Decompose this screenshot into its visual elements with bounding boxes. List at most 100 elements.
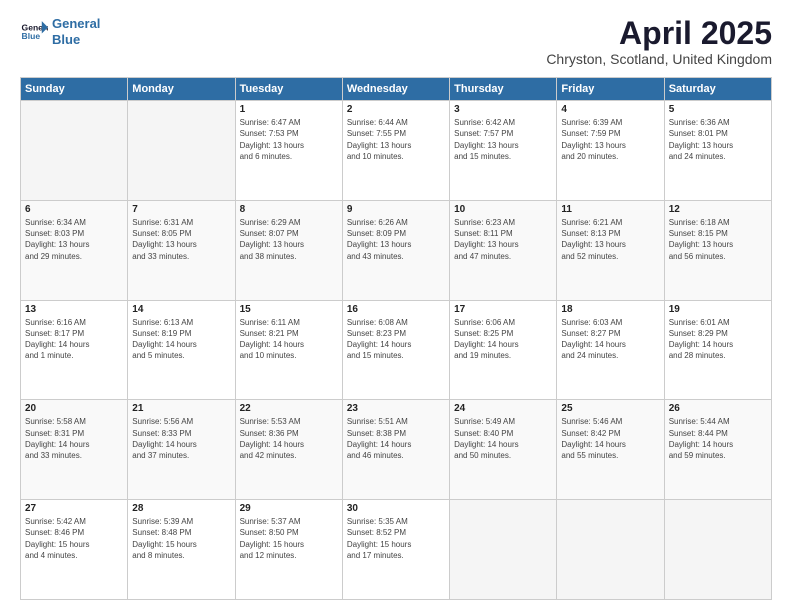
- day-info: Sunrise: 5:58 AM Sunset: 8:31 PM Dayligh…: [25, 416, 123, 461]
- logo: General Blue General Blue: [20, 16, 100, 47]
- day-number: 12: [669, 204, 767, 215]
- day-info: Sunrise: 6:21 AM Sunset: 8:13 PM Dayligh…: [561, 217, 659, 262]
- col-wednesday: Wednesday: [342, 78, 449, 101]
- calendar-week-2: 13Sunrise: 6:16 AM Sunset: 8:17 PM Dayli…: [21, 300, 772, 400]
- day-info: Sunrise: 6:08 AM Sunset: 8:23 PM Dayligh…: [347, 317, 445, 362]
- day-info: Sunrise: 5:49 AM Sunset: 8:40 PM Dayligh…: [454, 416, 552, 461]
- logo-line1: General: [52, 16, 100, 31]
- day-number: 26: [669, 403, 767, 414]
- day-number: 13: [25, 304, 123, 315]
- day-number: 1: [240, 104, 338, 115]
- day-info: Sunrise: 5:44 AM Sunset: 8:44 PM Dayligh…: [669, 416, 767, 461]
- day-info: Sunrise: 5:46 AM Sunset: 8:42 PM Dayligh…: [561, 416, 659, 461]
- calendar-day: 28 Sunrise: 5:39 AM Sunset: 8:48 PM Dayli…: [128, 500, 235, 600]
- day-info: Sunrise: 6:39 AM Sunset: 7:59 PM Dayligh…: [561, 117, 659, 162]
- day-number: 3: [454, 104, 552, 115]
- calendar-day: 11Sunrise: 6:21 AM Sunset: 8:13 PM Dayli…: [557, 200, 664, 300]
- day-number: 24: [454, 403, 552, 414]
- calendar-day: 26 Sunrise: 5:44 AM Sunset: 8:44 PM Dayli…: [664, 400, 771, 500]
- day-number: 20: [25, 403, 123, 414]
- calendar-day: 25 Sunrise: 5:46 AM Sunset: 8:42 PM Dayli…: [557, 400, 664, 500]
- svg-text:Blue: Blue: [22, 31, 41, 41]
- calendar-day: [128, 101, 235, 201]
- calendar-day: 2Sunrise: 6:44 AM Sunset: 7:55 PM Daylig…: [342, 101, 449, 201]
- col-thursday: Thursday: [450, 78, 557, 101]
- day-number: 29: [240, 503, 338, 514]
- day-number: 9: [347, 204, 445, 215]
- day-info: Sunrise: 5:37 AM Sunset: 8:50 PM Dayligh…: [240, 516, 338, 561]
- calendar-day: 22Sunrise: 5:53 AM Sunset: 8:36 PM Dayli…: [235, 400, 342, 500]
- day-number: 19: [669, 304, 767, 315]
- day-info: Sunrise: 5:39 AM Sunset: 8:48 PM Dayligh…: [132, 516, 230, 561]
- day-number: 14: [132, 304, 230, 315]
- day-info: Sunrise: 6:44 AM Sunset: 7:55 PM Dayligh…: [347, 117, 445, 162]
- calendar-day: 27 Sunrise: 5:42 AM Sunset: 8:46 PM Dayli…: [21, 500, 128, 600]
- main-title: April 2025: [546, 16, 772, 51]
- calendar-day: 16 Sunrise: 6:08 AM Sunset: 8:23 PM Dayli…: [342, 300, 449, 400]
- calendar-day: 14Sunrise: 6:13 AM Sunset: 8:19 PM Dayli…: [128, 300, 235, 400]
- calendar-day: 21 Sunrise: 5:56 AM Sunset: 8:33 PM Dayli…: [128, 400, 235, 500]
- day-info: Sunrise: 6:26 AM Sunset: 8:09 PM Dayligh…: [347, 217, 445, 262]
- day-info: Sunrise: 6:18 AM Sunset: 8:15 PM Dayligh…: [669, 217, 767, 262]
- day-info: Sunrise: 6:11 AM Sunset: 8:21 PM Dayligh…: [240, 317, 338, 362]
- calendar-day: 17Sunrise: 6:06 AM Sunset: 8:25 PM Dayli…: [450, 300, 557, 400]
- calendar-header-row: Sunday Monday Tuesday Wednesday Thursday…: [21, 78, 772, 101]
- day-info: Sunrise: 6:47 AM Sunset: 7:53 PM Dayligh…: [240, 117, 338, 162]
- day-number: 21: [132, 403, 230, 414]
- calendar-day: 6 Sunrise: 6:34 AM Sunset: 8:03 PM Daylig…: [21, 200, 128, 300]
- calendar-day: 4 Sunrise: 6:39 AM Sunset: 7:59 PM Daylig…: [557, 101, 664, 201]
- calendar-day: [450, 500, 557, 600]
- col-monday: Monday: [128, 78, 235, 101]
- day-number: 27: [25, 503, 123, 514]
- day-info: Sunrise: 5:35 AM Sunset: 8:52 PM Dayligh…: [347, 516, 445, 561]
- calendar-day: 18Sunrise: 6:03 AM Sunset: 8:27 PM Dayli…: [557, 300, 664, 400]
- col-sunday: Sunday: [21, 78, 128, 101]
- calendar-day: 8 Sunrise: 6:29 AM Sunset: 8:07 PM Daylig…: [235, 200, 342, 300]
- logo-icon: General Blue: [20, 18, 48, 46]
- calendar-week-3: 20 Sunrise: 5:58 AM Sunset: 8:31 PM Dayli…: [21, 400, 772, 500]
- calendar-week-1: 6 Sunrise: 6:34 AM Sunset: 8:03 PM Daylig…: [21, 200, 772, 300]
- calendar-day: [557, 500, 664, 600]
- calendar-day: 24 Sunrise: 5:49 AM Sunset: 8:40 PM Dayli…: [450, 400, 557, 500]
- calendar-week-0: 1 Sunrise: 6:47 AM Sunset: 7:53 PM Daylig…: [21, 101, 772, 201]
- col-saturday: Saturday: [664, 78, 771, 101]
- calendar-day: 29 Sunrise: 5:37 AM Sunset: 8:50 PM Dayli…: [235, 500, 342, 600]
- calendar-day: 9 Sunrise: 6:26 AM Sunset: 8:09 PM Daylig…: [342, 200, 449, 300]
- day-number: 25: [561, 403, 659, 414]
- calendar-day: [664, 500, 771, 600]
- calendar-day: 23 Sunrise: 5:51 AM Sunset: 8:38 PM Dayli…: [342, 400, 449, 500]
- subtitle: Chryston, Scotland, United Kingdom: [546, 51, 772, 67]
- calendar-day: 30Sunrise: 5:35 AM Sunset: 8:52 PM Dayli…: [342, 500, 449, 600]
- calendar-day: 5Sunrise: 6:36 AM Sunset: 8:01 PM Daylig…: [664, 101, 771, 201]
- day-number: 28: [132, 503, 230, 514]
- calendar-day: 7 Sunrise: 6:31 AM Sunset: 8:05 PM Daylig…: [128, 200, 235, 300]
- day-number: 8: [240, 204, 338, 215]
- calendar-day: 3 Sunrise: 6:42 AM Sunset: 7:57 PM Daylig…: [450, 101, 557, 201]
- day-info: Sunrise: 5:42 AM Sunset: 8:46 PM Dayligh…: [25, 516, 123, 561]
- day-number: 6: [25, 204, 123, 215]
- calendar-week-4: 27 Sunrise: 5:42 AM Sunset: 8:46 PM Dayli…: [21, 500, 772, 600]
- calendar: Sunday Monday Tuesday Wednesday Thursday…: [20, 77, 772, 600]
- calendar-day: 15 Sunrise: 6:11 AM Sunset: 8:21 PM Dayli…: [235, 300, 342, 400]
- day-number: 15: [240, 304, 338, 315]
- day-info: Sunrise: 6:31 AM Sunset: 8:05 PM Dayligh…: [132, 217, 230, 262]
- logo-text: General Blue: [52, 16, 100, 47]
- calendar-day: 1 Sunrise: 6:47 AM Sunset: 7:53 PM Daylig…: [235, 101, 342, 201]
- day-number: 22: [240, 403, 338, 414]
- calendar-day: [21, 101, 128, 201]
- day-number: 4: [561, 104, 659, 115]
- col-tuesday: Tuesday: [235, 78, 342, 101]
- calendar-day: 20 Sunrise: 5:58 AM Sunset: 8:31 PM Dayli…: [21, 400, 128, 500]
- day-info: Sunrise: 6:42 AM Sunset: 7:57 PM Dayligh…: [454, 117, 552, 162]
- day-info: Sunrise: 6:29 AM Sunset: 8:07 PM Dayligh…: [240, 217, 338, 262]
- day-info: Sunrise: 5:51 AM Sunset: 8:38 PM Dayligh…: [347, 416, 445, 461]
- day-info: Sunrise: 5:56 AM Sunset: 8:33 PM Dayligh…: [132, 416, 230, 461]
- day-number: 7: [132, 204, 230, 215]
- day-info: Sunrise: 6:34 AM Sunset: 8:03 PM Dayligh…: [25, 217, 123, 262]
- day-info: Sunrise: 6:36 AM Sunset: 8:01 PM Dayligh…: [669, 117, 767, 162]
- logo-line2: Blue: [52, 32, 80, 47]
- day-info: Sunrise: 6:01 AM Sunset: 8:29 PM Dayligh…: [669, 317, 767, 362]
- day-number: 23: [347, 403, 445, 414]
- day-number: 16: [347, 304, 445, 315]
- day-info: Sunrise: 6:23 AM Sunset: 8:11 PM Dayligh…: [454, 217, 552, 262]
